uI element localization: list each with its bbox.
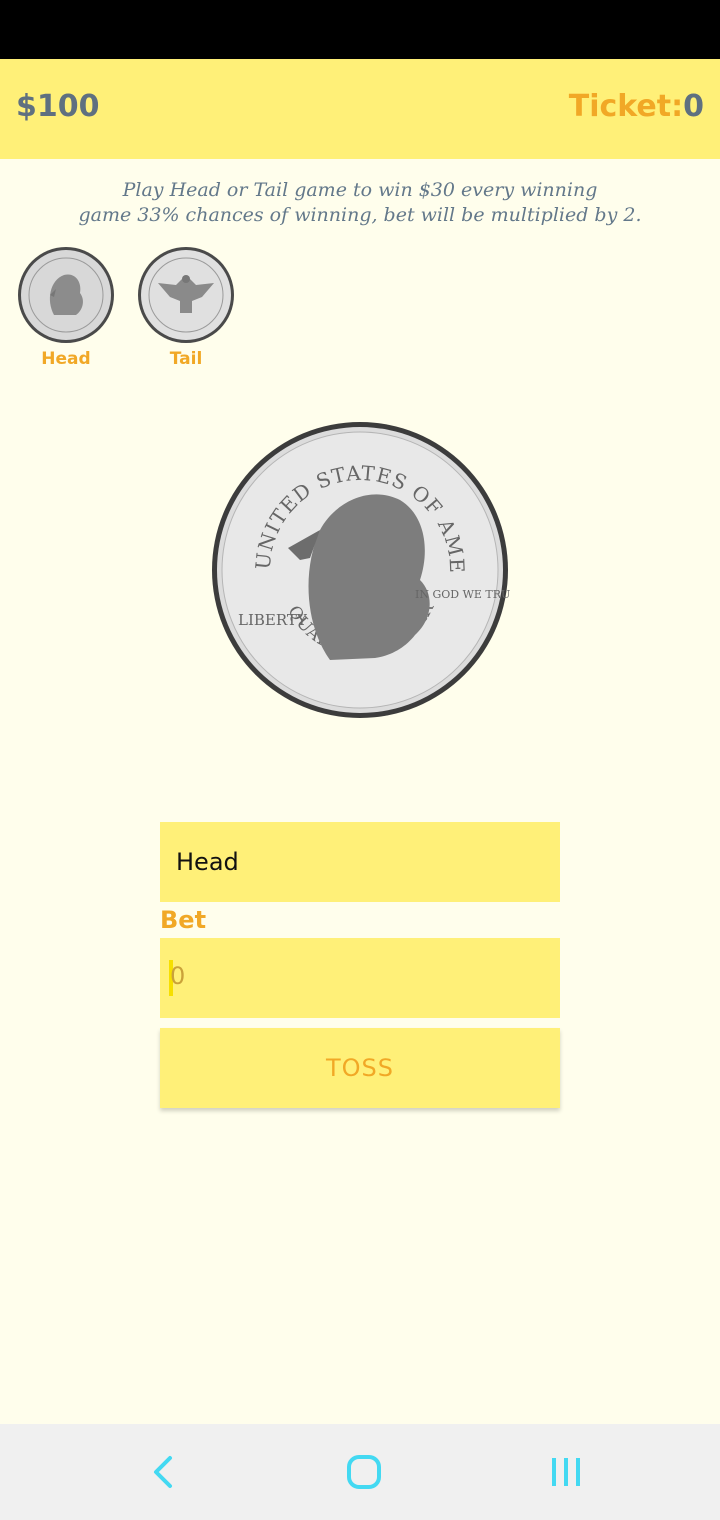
choice-value: Head — [176, 848, 239, 876]
head-coin-icon[interactable] — [16, 245, 116, 345]
tail-label: Tail — [169, 349, 203, 369]
status-bar — [0, 0, 720, 59]
head-label: Head — [41, 349, 91, 369]
bet-label: Bet — [160, 906, 207, 934]
recents-icon[interactable] — [542, 1448, 590, 1496]
coin-motto-text: IN GOD WE TRUST — [415, 588, 510, 601]
toss-button[interactable]: TOSS — [160, 1028, 560, 1108]
ticket-counter: Ticket:0 — [569, 89, 704, 124]
game-instructions: Play Head or Tail game to win $30 every … — [40, 178, 680, 228]
choice-field[interactable]: Head — [160, 822, 560, 902]
back-icon[interactable] — [140, 1448, 188, 1496]
bet-value: 0 — [170, 962, 186, 990]
home-icon[interactable] — [340, 1448, 388, 1496]
coin-image: UNITED STATES OF AMERICA QUARTER DOLLAR … — [201, 401, 526, 720]
bet-input[interactable]: 0 — [160, 938, 560, 1018]
tail-coin-icon[interactable] — [136, 245, 236, 345]
balance-amount: $100 — [16, 89, 100, 124]
coin-liberty-text: LIBERTY — [238, 611, 308, 629]
ticket-count: 0 — [683, 89, 704, 124]
header-bar: $100 Ticket:0 — [0, 59, 720, 159]
instructions-line-2: game 33% chances of winning, bet will be… — [78, 204, 642, 226]
ticket-label: Ticket: — [568, 89, 684, 124]
navigation-bar — [0, 1424, 720, 1520]
instructions-line-1: Play Head or Tail game to win $30 every … — [122, 179, 598, 201]
